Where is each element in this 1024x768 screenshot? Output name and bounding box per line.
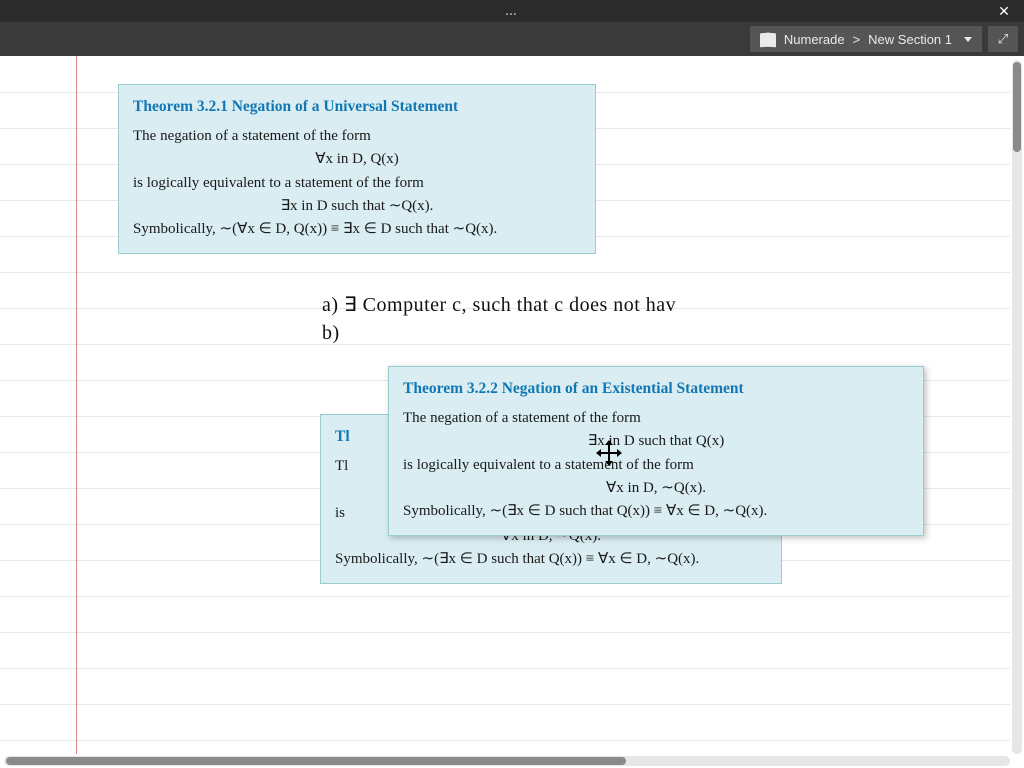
close-icon: ✕ [998, 3, 1010, 20]
handwriting-line-a: a) ∃ Computer c, such that c does not ha… [322, 292, 676, 317]
breadcrumb-app: Numerade [784, 32, 845, 47]
theorem-322-formula2: ∀x in D, ∼Q(x). [403, 477, 909, 500]
vertical-scrollbar[interactable] [1012, 60, 1022, 754]
breadcrumb-separator: > [853, 32, 861, 47]
theorem-321-formula2: ∃x in D such that ∼Q(x). [133, 195, 581, 218]
margin-line [76, 56, 77, 754]
title-bar: … ✕ [0, 0, 1024, 22]
chevron-down-icon [964, 37, 972, 42]
notebook-icon [760, 33, 776, 46]
theorem-322-symbolically: Symbolically, ∼(∃x ∈ D such that Q(x)) ≡… [403, 500, 909, 523]
theorem-321-symbolically: Symbolically, ∼(∀x ∈ D, Q(x)) ≡ ∃x ∈ D s… [133, 218, 581, 241]
close-button[interactable]: ✕ [984, 0, 1024, 22]
horizontal-scroll-thumb[interactable] [6, 757, 626, 765]
note-canvas[interactable]: Theorem 3.2.1 Negation of a Universal St… [0, 56, 1024, 768]
expand-icon: ⤢ [998, 31, 1008, 47]
titlebar-dots: … [505, 4, 519, 18]
horizontal-scrollbar[interactable] [4, 756, 1010, 766]
theorem-321-title: Theorem 3.2.1 Negation of a Universal St… [133, 95, 581, 119]
theorem-322-title: Theorem 3.2.2 Negation of an Existential… [403, 377, 909, 401]
handwriting-line-b: b) [322, 322, 340, 345]
breadcrumb[interactable]: Numerade > New Section 1 [750, 26, 982, 52]
theorem-321-formula1: ∀x in D, Q(x) [133, 148, 581, 171]
theorem-321-line1: The negation of a statement of the form [133, 125, 581, 148]
theorem-box-322-front[interactable]: Theorem 3.2.2 Negation of an Existential… [388, 366, 924, 536]
breadcrumb-section: New Section 1 [868, 32, 952, 47]
paper: Theorem 3.2.1 Negation of a Universal St… [0, 56, 1010, 754]
vertical-scroll-thumb[interactable] [1013, 62, 1021, 152]
theorem-box-321[interactable]: Theorem 3.2.1 Negation of a Universal St… [118, 84, 596, 254]
theorem-321-line2: is logically equivalent to a statement o… [133, 172, 581, 195]
toolbar: Numerade > New Section 1 ⤢ [0, 22, 1024, 56]
theorem-322-line1: The negation of a statement of the form [403, 407, 909, 430]
fullscreen-button[interactable]: ⤢ [988, 26, 1018, 52]
theorem-322-formula1: ∃x in D such that Q(x) [403, 430, 909, 453]
theorem-322b-symbolically: Symbolically, ∼(∃x ∈ D such that Q(x)) ≡… [335, 548, 767, 571]
theorem-322-line2: is logically equivalent to a statement o… [403, 454, 909, 477]
